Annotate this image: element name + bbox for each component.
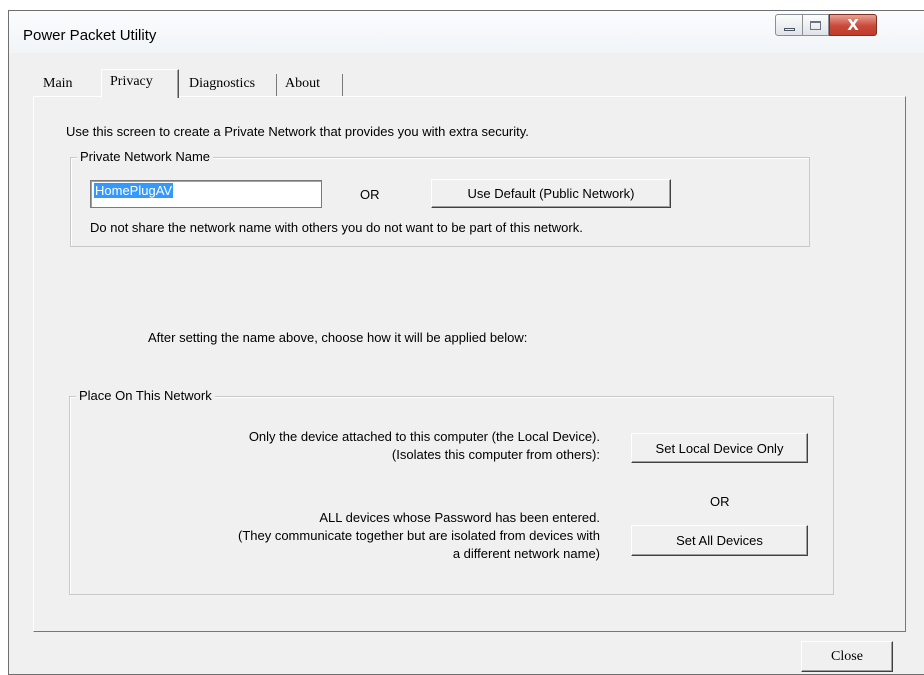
app-window: Power Packet Utility X Main Privacy Diag… [8, 10, 924, 675]
network-name-input[interactable]: HomePlugAV [90, 180, 322, 208]
set-local-device-label: Set Local Device Only [655, 440, 784, 456]
local-device-line1: Only the device attached to this compute… [248, 429, 600, 444]
place-on-network-group: Place On This Network Only the device at… [69, 388, 834, 595]
set-all-devices-label: Set All Devices [676, 533, 763, 548]
maximize-button[interactable] [802, 14, 829, 36]
privacy-panel: Use this screen to create a Private Netw… [33, 96, 906, 632]
all-devices-line2: (They communicate together but are isola… [237, 528, 600, 543]
close-window-button[interactable]: X [829, 14, 877, 36]
minimize-button[interactable] [775, 14, 803, 36]
window-title: Power Packet Utility [23, 27, 157, 44]
intro-text: Use this screen to create a Private Netw… [66, 124, 529, 139]
after-setting-text: After setting the name above, choose how… [148, 330, 528, 345]
use-default-button[interactable]: Use Default (Public Network) [431, 179, 671, 208]
tab-main-label: Main [43, 76, 73, 91]
use-default-label: Use Default (Public Network) [467, 186, 635, 201]
set-local-device-button[interactable]: Set Local Device Only [631, 433, 808, 463]
tab-diagnostics[interactable]: Diagnostics [181, 74, 277, 96]
set-all-devices-button[interactable]: Set All Devices [631, 525, 808, 556]
tab-about-label: About [285, 76, 320, 91]
place-on-network-legend: Place On This Network [76, 388, 215, 403]
private-network-legend: Private Network Name [77, 149, 214, 164]
title-bar: Power Packet Utility X [9, 11, 924, 53]
minimize-icon [783, 27, 795, 31]
all-devices-line1: ALL devices whose Password has been ente… [319, 510, 600, 525]
dialog-client: Main Privacy Diagnostics About Use this … [9, 53, 924, 674]
close-button-label: Close [831, 648, 863, 664]
close-icon: X [847, 16, 859, 34]
private-network-group: Private Network Name HomePlugAV OR Use D… [70, 149, 810, 247]
maximize-icon [810, 20, 821, 30]
tab-diagnostics-label: Diagnostics [189, 76, 256, 91]
all-devices-line3: a different network name) [452, 546, 600, 561]
close-button[interactable]: Close [801, 641, 893, 672]
network-name-value: HomePlugAV [94, 183, 174, 198]
or-label-place: OR [710, 494, 730, 509]
or-label-network: OR [360, 187, 380, 202]
network-name-warning: Do not share the network name with other… [90, 220, 583, 235]
local-device-line2: (Isolates this computer from others): [391, 447, 600, 462]
tab-privacy-label: Privacy [110, 74, 153, 89]
tab-privacy[interactable]: Privacy [101, 69, 179, 98]
tab-main[interactable]: Main [35, 74, 98, 96]
tab-about[interactable]: About [277, 74, 343, 96]
